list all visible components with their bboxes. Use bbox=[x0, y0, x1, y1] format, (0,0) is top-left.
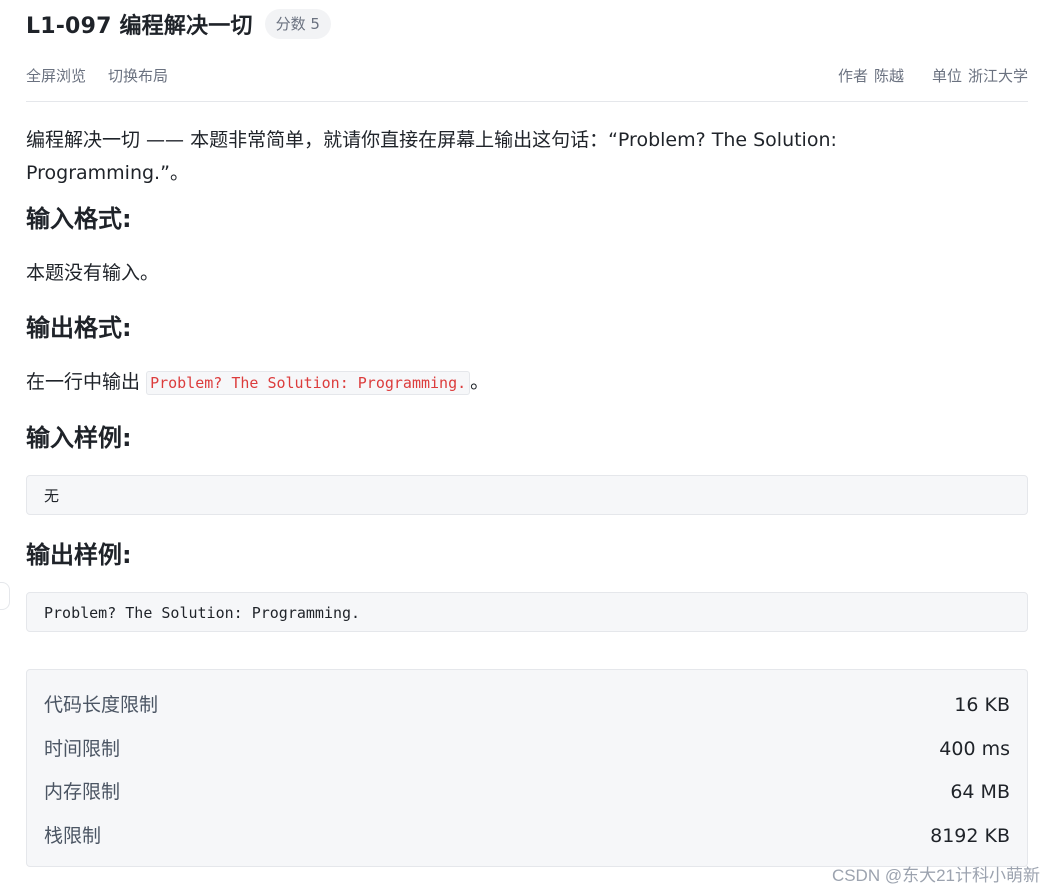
limit-row-stack: 栈限制 8192 KB bbox=[44, 815, 1010, 859]
watermark: CSDN @东大21计科小萌新 bbox=[831, 866, 1040, 885]
limit-label: 栈限制 bbox=[44, 824, 102, 847]
limits-panel: 代码长度限制 16 KB 时间限制 400 ms 内存限制 64 MB 栈限制 … bbox=[26, 669, 1028, 867]
author-meta: 作者 陈越 bbox=[838, 65, 904, 86]
output-format-text: 在一行中输出 Problem? The Solution: Programmin… bbox=[26, 367, 1028, 398]
header-divider bbox=[26, 101, 1028, 102]
switch-layout-button[interactable]: 切换布局 bbox=[108, 65, 168, 86]
limit-value: 16 KB bbox=[954, 694, 1010, 716]
limit-value: 64 MB bbox=[950, 781, 1010, 803]
problem-title: L1-097 编程解决一切 bbox=[26, 14, 253, 39]
limit-label: 时间限制 bbox=[44, 737, 121, 760]
limit-row-memory: 内存限制 64 MB bbox=[44, 771, 1010, 815]
problem-content: 编程解决一切 —— 本题非常简单，就请你直接在屏幕上输出这句话：“Problem… bbox=[26, 124, 1028, 632]
problem-description: 编程解决一切 —— 本题非常简单，就请你直接在屏幕上输出这句话：“Problem… bbox=[26, 129, 837, 184]
problem-meta: 作者 陈越 单位 浙江大学 bbox=[810, 65, 1028, 86]
output-format-suffix: 。 bbox=[470, 371, 490, 393]
author-value: 陈越 bbox=[873, 66, 904, 85]
side-collapse-handle[interactable] bbox=[0, 582, 10, 610]
input-format-text: 本题没有输入。 bbox=[26, 262, 160, 284]
output-format-code: Problem? The Solution: Programming. bbox=[146, 371, 471, 395]
sample-input-heading: 输入样例: bbox=[26, 424, 132, 452]
output-format-heading: 输出格式: bbox=[26, 314, 132, 342]
org-meta: 单位 浙江大学 bbox=[932, 65, 1028, 86]
title-row: L1-097 编程解决一切 分数 5 bbox=[26, 6, 331, 42]
score-badge: 分数 5 bbox=[264, 9, 331, 39]
sample-output-heading: 输出样例: bbox=[26, 541, 132, 569]
limit-value: 400 ms bbox=[939, 737, 1010, 760]
problem-page: L1-097 编程解决一切 分数 5 全屏浏览 切换布局 作者 陈越 单位 浙江大学… bbox=[0, 0, 1054, 894]
limit-value: 8192 KB bbox=[930, 824, 1010, 847]
limit-label: 代码长度限制 bbox=[44, 694, 159, 716]
sample-output-box[interactable]: Problem? The Solution: Programming. bbox=[26, 592, 1028, 632]
input-format-heading: 输入格式: bbox=[26, 205, 132, 233]
limit-row-code-length: 代码长度限制 16 KB bbox=[44, 684, 1010, 728]
toolbar-actions: 全屏浏览 切换布局 bbox=[26, 65, 190, 86]
output-format-prefix: 在一行中输出 bbox=[26, 371, 141, 393]
sample-input-box[interactable]: 无 bbox=[26, 475, 1028, 515]
author-label: 作者 bbox=[837, 66, 868, 85]
fullscreen-button[interactable]: 全屏浏览 bbox=[26, 65, 86, 86]
org-value: 浙江大学 bbox=[967, 66, 1028, 85]
limit-label: 内存限制 bbox=[44, 781, 121, 803]
toolbar: 全屏浏览 切换布局 作者 陈越 单位 浙江大学 bbox=[26, 58, 1028, 92]
org-label: 单位 bbox=[931, 66, 962, 85]
limit-row-time: 时间限制 400 ms bbox=[44, 728, 1010, 772]
